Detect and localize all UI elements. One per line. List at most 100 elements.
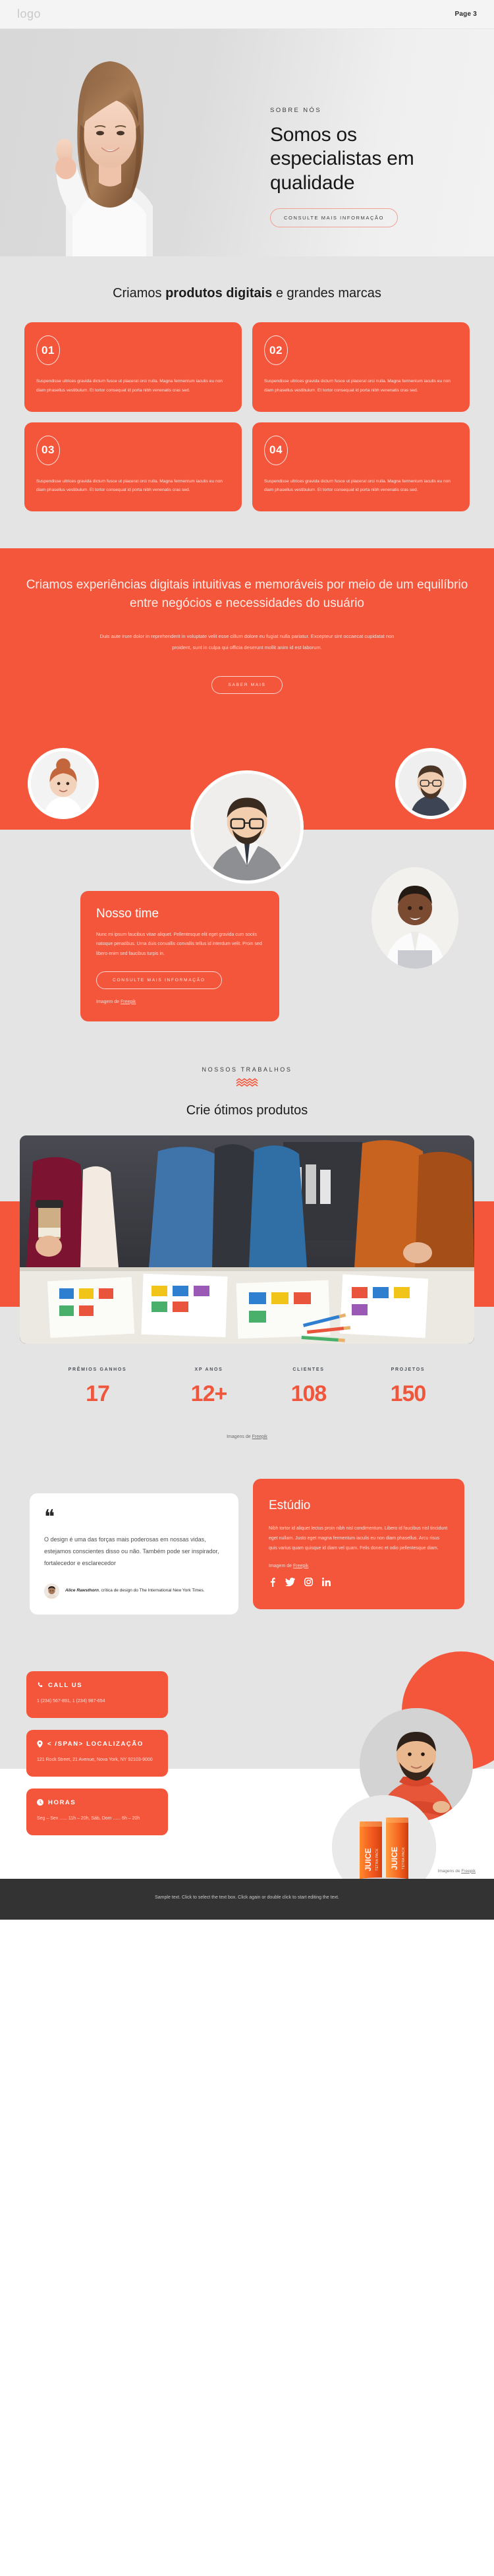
contact-card-body: 1 (234) 567-891, 1 (234) 987-654 bbox=[37, 1698, 105, 1703]
stat-value: 17 bbox=[86, 1381, 110, 1406]
statement-body: Duis aute irure dolor in reprehenderit i… bbox=[99, 633, 395, 651]
credit-prefix: Imagens de bbox=[437, 1868, 462, 1874]
credit-link[interactable]: Freepik bbox=[461, 1869, 476, 1874]
svg-text:JUICE: JUICE bbox=[364, 1848, 373, 1871]
footer-text: Sample text. Click to select the text bo… bbox=[155, 1895, 339, 1900]
contact-card-header: HORAS bbox=[37, 1799, 157, 1806]
works-kicker: NOSSOS TRABALHOS bbox=[202, 1066, 292, 1073]
stat-item: PRÊMIOS GANHOS 17 bbox=[69, 1367, 127, 1407]
credit-prefix: Imagem de bbox=[269, 1563, 293, 1568]
credit-link[interactable]: Freepik bbox=[252, 1435, 267, 1439]
hero-section: SOBRE NÓS Somos os especialistas em qual… bbox=[0, 29, 494, 256]
quote-mark-icon: ❝ bbox=[44, 1506, 55, 1528]
stat-value: 108 bbox=[290, 1381, 327, 1406]
quote-studio-section: ❝ O design é uma das forças mais poderos… bbox=[0, 1452, 494, 1645]
top-bar: logo Page 3 bbox=[0, 0, 494, 29]
credit-link[interactable]: Freepik bbox=[121, 1000, 136, 1004]
numbered-card[interactable]: 03 Suspendisse ultrices gravida dictum f… bbox=[24, 422, 242, 512]
stats-section: PRÊMIOS GANHOS 17 XP ANOS 12+ CLIENTES 1… bbox=[0, 1343, 494, 1452]
products-title-suffix: e grandes marcas bbox=[272, 286, 381, 301]
contact-card-location: < /SPAN> LOCALIZAÇÃO 121 Rock Street, 21… bbox=[26, 1729, 168, 1777]
team-body: Nunc mi ipsum faucibus vitae aliquet. Pe… bbox=[96, 932, 262, 957]
stat-item: PROJETOS 150 bbox=[391, 1367, 427, 1407]
credit-link[interactable]: Freepik bbox=[293, 1564, 308, 1568]
logo[interactable]: logo bbox=[17, 7, 41, 21]
svg-text:TETRA PACK: TETRA PACK bbox=[375, 1848, 379, 1870]
testimonial-card: ❝ O design é uma das forças mais poderos… bbox=[30, 1493, 238, 1615]
contact-section: JUICE JUICE TETRA PACK TETRA PACK CALL U… bbox=[0, 1644, 494, 1879]
contact-visual: JUICE JUICE TETRA PACK TETRA PACK bbox=[332, 1707, 478, 1879]
social-links bbox=[269, 1578, 449, 1587]
hero-text-block: SOBRE NÓS Somos os especialistas em qual… bbox=[270, 107, 468, 227]
products-title-prefix: Criamos bbox=[113, 286, 166, 301]
svg-text:JUICE: JUICE bbox=[390, 1846, 399, 1870]
numbered-card[interactable]: 01 Suspendisse ultrices gravida dictum f… bbox=[24, 322, 242, 412]
credit-prefix: Imagens de bbox=[227, 1434, 252, 1439]
stat-label: PRÊMIOS GANHOS bbox=[68, 1367, 127, 1372]
team-avatar-right bbox=[395, 747, 466, 819]
man-beard-glasses-photo bbox=[398, 751, 463, 816]
contact-card-body: Seg – Sex ...... 11h – 20h, Sáb, Dom ...… bbox=[37, 1816, 140, 1821]
numbered-card-grid: 01 Suspendisse ultrices gravida dictum f… bbox=[16, 322, 478, 512]
twitter-icon[interactable] bbox=[285, 1578, 295, 1587]
linkedin-icon[interactable] bbox=[322, 1578, 331, 1587]
phone-icon bbox=[38, 1682, 43, 1688]
contact-card-title: HORAS bbox=[48, 1798, 76, 1806]
stat-label: PROJETOS bbox=[391, 1367, 425, 1372]
woman-pointing-illustration bbox=[55, 61, 153, 256]
man-suit-glasses-photo bbox=[194, 773, 300, 880]
studio-title: Estúdio bbox=[269, 1498, 311, 1512]
hero-eyebrow: SOBRE NÓS bbox=[270, 107, 322, 114]
contact-card-call: CALL US 1 (234) 567-891, 1 (234) 987-654 bbox=[26, 1671, 168, 1718]
numbered-card[interactable]: 04 Suspendisse ultrices gravida dictum f… bbox=[252, 422, 470, 512]
numbered-card[interactable]: 02 Suspendisse ultrices gravida dictum f… bbox=[252, 322, 470, 412]
testimonial-text: O design é uma das forças mais poderosas… bbox=[44, 1535, 219, 1566]
footer: Sample text. Click to select the text bo… bbox=[0, 1878, 494, 1920]
woman-redhead-photo bbox=[31, 751, 96, 816]
stat-label: CLIENTES bbox=[292, 1367, 325, 1372]
card-body-text: Suspendisse ultrices gravida dictum fusc… bbox=[264, 379, 451, 393]
hero-image bbox=[20, 29, 198, 256]
stat-value: 12+ bbox=[190, 1381, 228, 1406]
contact-card-header: < /SPAN> LOCALIZAÇÃO bbox=[37, 1740, 157, 1748]
card-body-text: Suspendisse ultrices gravida dictum fusc… bbox=[264, 478, 451, 492]
team-section: Nosso time Nunc mi ipsum faucibus vitae … bbox=[0, 867, 494, 1043]
studio-body: Nibh tortor id aliquet lectus proin nibh… bbox=[269, 1526, 448, 1551]
team-info-card: Nosso time Nunc mi ipsum faucibus vitae … bbox=[80, 890, 279, 1021]
author-avatar bbox=[44, 1583, 59, 1599]
svg-text:TETRA PACK: TETRA PACK bbox=[402, 1846, 406, 1869]
facebook-icon[interactable] bbox=[269, 1578, 276, 1587]
card-number-badge: 03 bbox=[36, 435, 60, 465]
works-photo bbox=[20, 1135, 474, 1344]
instagram-icon[interactable] bbox=[304, 1578, 313, 1587]
works-band bbox=[0, 1135, 494, 1344]
contact-cards: CALL US 1 (234) 567-891, 1 (234) 987-654… bbox=[26, 1671, 168, 1835]
stats-image-credit: Imagens de Freepik bbox=[0, 1435, 494, 1439]
statement-section: Criamos experiências digitais intuitivas… bbox=[0, 548, 494, 730]
team-image-credit: Imagem de Freepik bbox=[96, 1000, 263, 1004]
card-number-badge: 02 bbox=[264, 335, 288, 366]
statement-title: Criamos experiências digitais intuitivas… bbox=[26, 578, 468, 610]
contact-card-title: CALL US bbox=[48, 1681, 83, 1689]
page-root: logo Page 3 SOBRE NÓS Somos os especiali… bbox=[0, 0, 494, 1920]
contact-card-title: < /SPAN> LOCALIZAÇÃO bbox=[47, 1740, 144, 1748]
works-title: Crie ótimos produtos bbox=[186, 1102, 308, 1118]
author-portrait bbox=[44, 1583, 59, 1599]
contact-card-hours: HORAS Seg – Sex ...... 11h – 20h, Sáb, D… bbox=[26, 1788, 168, 1835]
team-member-photo bbox=[371, 867, 458, 969]
team-workshop-table-photo bbox=[20, 1135, 474, 1344]
credit-prefix: Imagem de bbox=[96, 999, 121, 1004]
card-number-badge: 01 bbox=[36, 335, 60, 366]
author-role: , crítica de design do The International… bbox=[98, 1588, 205, 1593]
hero-cta-button[interactable]: CONSULTE MAIS INFORMAÇÃO bbox=[270, 208, 398, 227]
clock-icon bbox=[37, 1799, 43, 1806]
team-cta-button[interactable]: CONSULTE MAIS INFORMAÇÃO bbox=[96, 971, 222, 989]
products-title-bold: produtos digitais bbox=[165, 286, 273, 301]
studio-image-credit: Imagem de Freepik bbox=[269, 1564, 449, 1568]
stat-item: CLIENTES 108 bbox=[291, 1367, 327, 1407]
team-avatar-center bbox=[190, 770, 304, 884]
statement-cta-button[interactable]: SABER MAIS bbox=[211, 675, 283, 694]
author-meta: Alice Rawsthorn, crítica de design do Th… bbox=[65, 1587, 205, 1595]
team-title: Nosso time bbox=[96, 906, 159, 921]
testimonial-author: Alice Rawsthorn, crítica de design do Th… bbox=[44, 1583, 224, 1599]
